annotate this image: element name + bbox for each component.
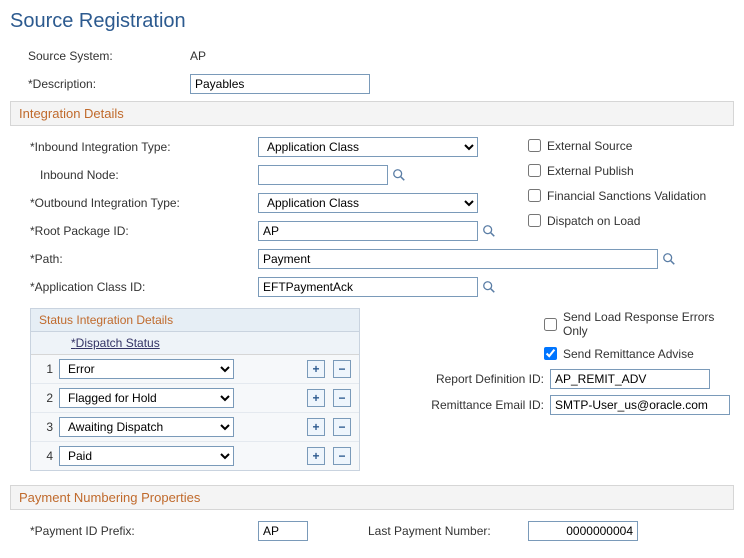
financial-sanctions-checkbox[interactable]: [528, 189, 541, 202]
last-payment-number-input[interactable]: [528, 521, 638, 541]
send-remittance-advise-label: Send Remittance Advise: [563, 347, 694, 361]
status-row-number: 1: [39, 362, 59, 376]
status-row: 3Awaiting Dispatch +−: [31, 413, 359, 442]
application-class-id-input[interactable]: [258, 277, 478, 297]
inbound-node-label: Inbound Node:: [10, 168, 258, 182]
path-input[interactable]: [258, 249, 658, 269]
external-source-label: External Source: [547, 139, 632, 153]
source-system-label: Source System:: [10, 49, 190, 63]
report-definition-id-label: Report Definition ID:: [410, 372, 550, 386]
root-package-id-label: Root Package ID:: [10, 224, 258, 238]
lookup-icon[interactable]: [482, 280, 496, 294]
page-title: Source Registration: [10, 10, 734, 33]
lookup-icon[interactable]: [662, 252, 676, 266]
payment-id-prefix-input[interactable]: [258, 521, 308, 541]
external-publish-checkbox[interactable]: [528, 164, 541, 177]
remittance-email-id-label: Remittance Email ID:: [410, 398, 550, 412]
status-row: 2Flagged for Hold +−: [31, 384, 359, 413]
financial-sanctions-label: Financial Sanctions Validation: [547, 189, 706, 203]
report-definition-id-input[interactable]: [550, 369, 710, 389]
status-integration-details: Status Integration Details Dispatch Stat…: [30, 308, 360, 471]
inbound-integration-type-label: Inbound Integration Type:: [10, 140, 258, 154]
status-row: 4Paid +−: [31, 442, 359, 470]
send-load-response-errors-label: Send Load Response Errors Only: [563, 310, 734, 338]
path-label: Path:: [10, 252, 258, 266]
status-integration-title: Status Integration Details: [31, 309, 359, 332]
payment-numbering-header: Payment Numbering Properties: [10, 485, 734, 510]
send-load-response-errors-checkbox[interactable]: [544, 318, 557, 331]
status-row-number: 3: [39, 420, 59, 434]
payment-id-prefix-label: Payment ID Prefix:: [30, 524, 258, 538]
remove-row-button[interactable]: −: [333, 447, 351, 465]
outbound-integration-type-label: Outbound Integration Type:: [10, 196, 258, 210]
status-row: 1Error +−: [31, 355, 359, 384]
remove-row-button[interactable]: −: [333, 360, 351, 378]
dispatch-on-load-label: Dispatch on Load: [547, 214, 640, 228]
remove-row-button[interactable]: −: [333, 418, 351, 436]
remove-row-button[interactable]: −: [333, 389, 351, 407]
inbound-integration-type-select[interactable]: Application Class: [258, 137, 478, 157]
dispatch-on-load-checkbox[interactable]: [528, 214, 541, 227]
root-package-id-input[interactable]: [258, 221, 478, 241]
integration-details-header: Integration Details: [10, 101, 734, 126]
lookup-icon[interactable]: [482, 224, 496, 238]
source-system-value: AP: [190, 49, 206, 63]
send-remittance-advise-checkbox[interactable]: [544, 347, 557, 360]
application-class-id-label: Application Class ID:: [10, 280, 258, 294]
dispatch-status-select[interactable]: Error: [59, 359, 234, 379]
status-row-number: 2: [39, 391, 59, 405]
add-row-button[interactable]: +: [307, 447, 325, 465]
description-label: Description:: [10, 77, 190, 91]
dispatch-status-select[interactable]: Paid: [59, 446, 234, 466]
lookup-icon[interactable]: [392, 168, 406, 182]
external-publish-label: External Publish: [547, 164, 634, 178]
last-payment-number-label: Last Payment Number:: [368, 524, 528, 538]
add-row-button[interactable]: +: [307, 418, 325, 436]
add-row-button[interactable]: +: [307, 360, 325, 378]
dispatch-status-column-header[interactable]: Dispatch Status: [71, 336, 160, 350]
external-source-checkbox[interactable]: [528, 139, 541, 152]
add-row-button[interactable]: +: [307, 389, 325, 407]
outbound-integration-type-select[interactable]: Application Class: [258, 193, 478, 213]
remittance-email-id-input[interactable]: [550, 395, 730, 415]
dispatch-status-select[interactable]: Flagged for Hold: [59, 388, 234, 408]
dispatch-status-select[interactable]: Awaiting Dispatch: [59, 417, 234, 437]
description-input[interactable]: [190, 74, 370, 94]
inbound-node-input[interactable]: [258, 165, 388, 185]
status-row-number: 4: [39, 449, 59, 463]
